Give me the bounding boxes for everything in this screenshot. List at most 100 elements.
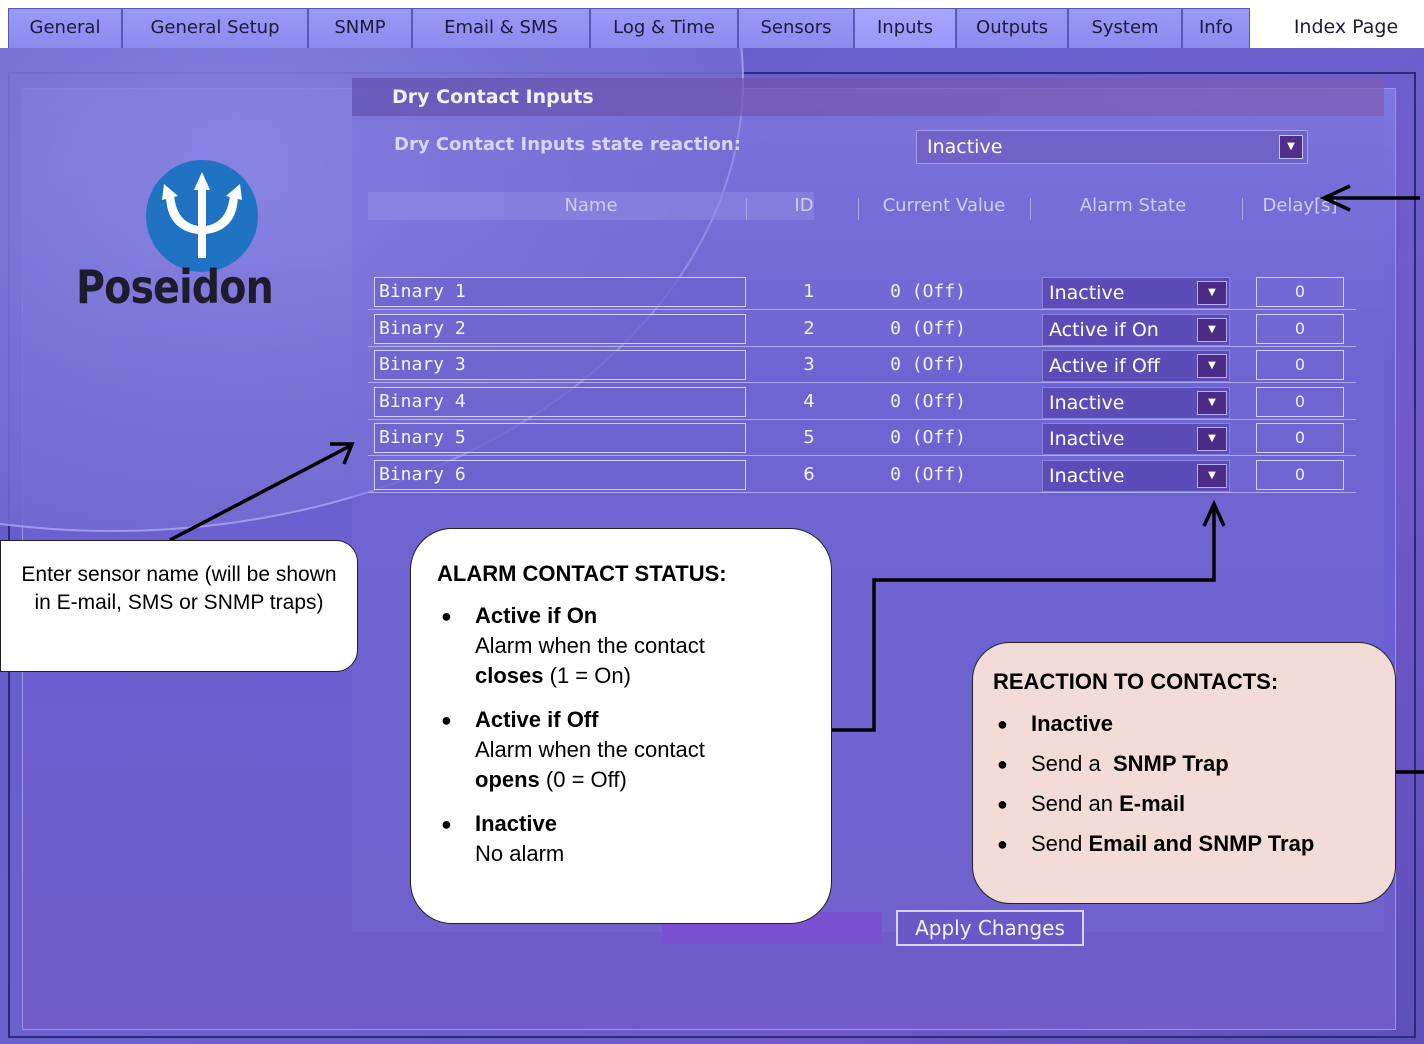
sensor-id: 1 (803, 281, 815, 302)
tab-bar: General General Setup SNMP Email & SMS L… (0, 0, 1424, 52)
alarm-state-select[interactable]: Inactive ▼ (1042, 387, 1230, 419)
delay-input[interactable]: 0 (1256, 350, 1344, 380)
chevron-down-icon[interactable]: ▼ (1197, 464, 1227, 488)
alarm-status-item-head: Active if Off (475, 707, 599, 732)
tab-snmp[interactable]: SNMP (308, 8, 412, 48)
alarm-status-item-rest: (1 = On) (543, 663, 631, 688)
alarm-status-item-head: Inactive (475, 811, 557, 836)
trident-icon (146, 160, 258, 272)
row-divider (368, 309, 1356, 310)
tab-system[interactable]: System (1068, 8, 1182, 48)
alarm-state-value: Inactive (1049, 282, 1125, 304)
alarm-status-item-text: Alarm when the contact (475, 737, 705, 762)
section-title: Dry Contact Inputs (352, 78, 1384, 116)
alarm-state-select[interactable]: Inactive ▼ (1042, 277, 1230, 309)
delay-input[interactable]: 0 (1256, 387, 1344, 417)
alarm-state-select[interactable]: Inactive ▼ (1042, 460, 1230, 492)
header-divider (858, 198, 859, 220)
delay-input[interactable]: 0 (1256, 460, 1344, 490)
reaction-item-bold: Email and SNMP Trap (1088, 831, 1315, 856)
delay-input[interactable]: 0 (1256, 314, 1344, 344)
apply-changes-button[interactable]: Apply Changes (896, 910, 1084, 946)
alarm-state-value: Active if Off (1049, 355, 1160, 377)
alarm-state-value: Inactive (1049, 428, 1125, 450)
alarm-state-select[interactable]: Active if On ▼ (1042, 314, 1230, 346)
chevron-down-icon[interactable]: ▼ (1197, 281, 1227, 305)
tab-sensors[interactable]: Sensors (738, 8, 854, 48)
alarm-status-title: ALARM CONTACT STATUS: (437, 561, 727, 586)
table-row: Binary 3 3 0 (Off) Active if Off ▼ 0 (368, 347, 1356, 383)
sensor-current-value: 0 (Off) (890, 427, 966, 448)
index-page-link[interactable]: Index Page (1268, 8, 1424, 48)
row-divider (368, 455, 1356, 456)
sensor-name-input[interactable]: Binary 3 (374, 350, 746, 380)
table-row: Binary 2 2 0 (Off) Active if On ▼ 0 (368, 311, 1356, 347)
chevron-down-icon[interactable]: ▼ (1197, 318, 1227, 342)
sensor-id: 5 (803, 427, 815, 448)
bullet-icon: ● (997, 714, 1008, 734)
sensor-id: 3 (803, 354, 815, 375)
logo: Poseidon (66, 160, 306, 320)
sensor-current-value: 0 (Off) (890, 391, 966, 412)
reaction-item-bold: SNMP Trap (1112, 751, 1229, 776)
alarm-state-select[interactable]: Active if Off ▼ (1042, 350, 1230, 382)
bullet-icon: ● (997, 754, 1008, 774)
alarm-status-item-text: No alarm (475, 841, 565, 866)
alarm-status-callout: ALARM CONTACT STATUS: ● Active if On Ala… (410, 528, 832, 924)
alarm-status-item-bold: opens (475, 767, 540, 792)
alarm-state-value: Active if On (1049, 319, 1159, 341)
tab-general[interactable]: General (8, 8, 122, 48)
reaction-callout: REACTION TO CONTACTS: ● Inactive ● Send … (972, 642, 1396, 904)
table-row: Binary 4 4 0 (Off) Inactive ▼ 0 (368, 384, 1356, 420)
bullet-icon: ● (441, 606, 452, 626)
reaction-item-bold: Inactive (1031, 711, 1113, 736)
reaction-callout-title: REACTION TO CONTACTS: (993, 669, 1279, 694)
chevron-down-icon[interactable]: ▼ (1197, 391, 1227, 415)
chevron-down-icon[interactable]: ▼ (1279, 135, 1303, 159)
header-name: Name (368, 192, 814, 220)
chevron-down-icon[interactable]: ▼ (1197, 427, 1227, 451)
table-row: Binary 1 1 0 (Off) Inactive ▼ 0 (368, 274, 1356, 310)
tab-general-setup[interactable]: General Setup (122, 8, 308, 48)
sensor-name-input[interactable]: Binary 1 (374, 277, 746, 307)
alarm-status-item: ● Active if On Alarm when the contact cl… (437, 601, 831, 691)
row-divider (368, 382, 1356, 383)
tab-log-time[interactable]: Log & Time (590, 8, 738, 48)
alarm-status-item: ● Inactive No alarm (437, 809, 831, 869)
sensor-current-value: 0 (Off) (890, 354, 966, 375)
row-divider (368, 492, 1356, 493)
tab-info[interactable]: Info (1182, 8, 1250, 48)
sensor-name-input[interactable]: Binary 5 (374, 423, 746, 453)
alarm-status-item-head: Active if On (475, 603, 598, 628)
sensor-current-value: 0 (Off) (890, 318, 966, 339)
header-divider (1242, 198, 1243, 220)
sensor-id: 4 (803, 391, 815, 412)
tab-inputs[interactable]: Inputs (854, 8, 956, 48)
tab-outputs[interactable]: Outputs (956, 8, 1068, 48)
reaction-select[interactable]: Inactive ▼ (916, 130, 1308, 164)
bullet-icon: ● (997, 794, 1008, 814)
alarm-state-value: Inactive (1049, 392, 1125, 414)
delay-input[interactable]: 0 (1256, 423, 1344, 453)
sensor-name-input[interactable]: Binary 6 (374, 460, 746, 490)
alarm-status-item: ● Active if Off Alarm when the contact o… (437, 705, 831, 795)
chevron-down-icon[interactable]: ▼ (1197, 354, 1227, 378)
reaction-item-bold: E-mail (1119, 791, 1186, 816)
delay-input[interactable]: 0 (1256, 277, 1344, 307)
header-delay: Delay[s] (1262, 195, 1338, 216)
tab-email-sms[interactable]: Email & SMS (412, 8, 590, 48)
bullet-icon: ● (997, 834, 1008, 854)
reaction-item: ● Send Email and SNMP Trap (993, 829, 1395, 859)
reaction-item-text: Send a (1031, 751, 1113, 776)
sensor-id: 6 (803, 464, 815, 485)
sensor-name-input[interactable]: Binary 4 (374, 387, 746, 417)
alarm-state-select[interactable]: Inactive ▼ (1042, 423, 1230, 455)
header-divider (746, 198, 747, 220)
sensor-name-input[interactable]: Binary 2 (374, 314, 746, 344)
reaction-select-value: Inactive (927, 136, 1003, 158)
alarm-status-item-bold: closes (475, 663, 544, 688)
bullet-icon: ● (441, 710, 452, 730)
header-alarm-state: Alarm State (1079, 195, 1187, 216)
header-id: ID (794, 195, 814, 216)
header-current-value: Current Value (882, 195, 1006, 216)
